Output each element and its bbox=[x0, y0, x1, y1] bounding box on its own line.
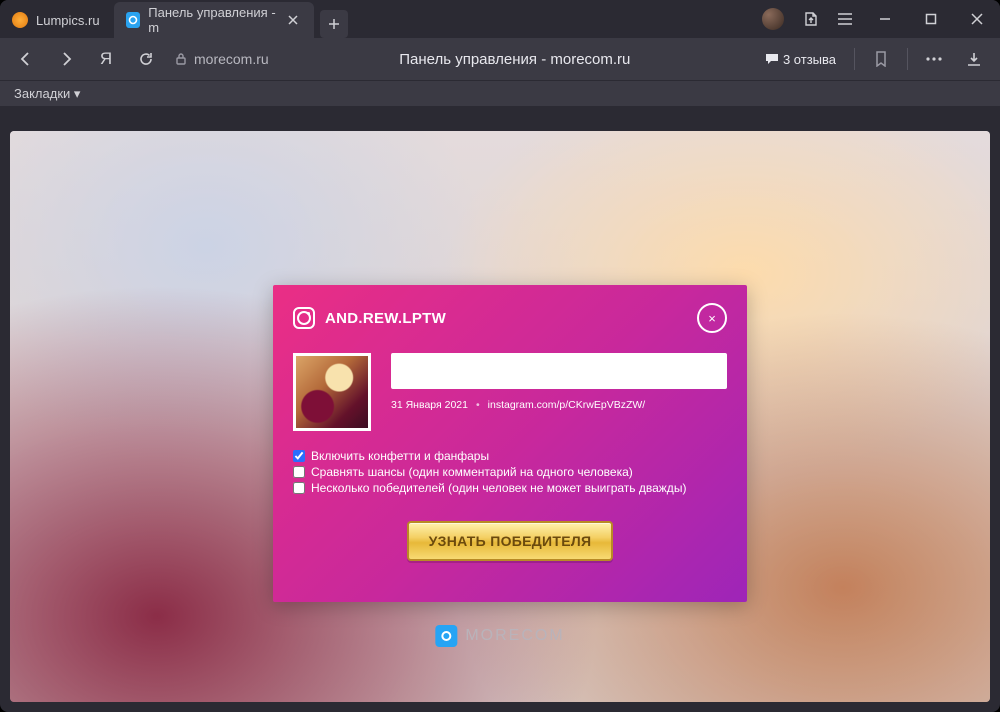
brand-icon bbox=[435, 625, 457, 647]
post-thumbnail[interactable] bbox=[293, 353, 371, 431]
instagram-icon bbox=[293, 307, 315, 329]
instagram-username: AND.REW.LPTW bbox=[325, 310, 446, 327]
close-window-button[interactable] bbox=[954, 0, 1000, 38]
maximize-button[interactable] bbox=[908, 0, 954, 38]
page-content: AND.REW.LPTW × 31 Января 2021 • instagra… bbox=[10, 131, 990, 702]
titlebar: Lumpics.ru Панель управления - m bbox=[0, 0, 1000, 38]
reload-button[interactable] bbox=[128, 41, 164, 77]
brand-text: MORECOM bbox=[465, 627, 564, 645]
reading-list-icon[interactable] bbox=[794, 0, 828, 38]
card-body: 31 Января 2021 • instagram.com/p/CKrwEpV… bbox=[293, 353, 727, 431]
reviews-label: 3 отзыва bbox=[783, 52, 836, 67]
browser-window: Lumpics.ru Панель управления - m bbox=[0, 0, 1000, 712]
option-label: Сравнять шансы (один комментарий на одно… bbox=[311, 465, 633, 479]
options-group: Включить конфетти и фанфары Сравнять шан… bbox=[293, 449, 727, 495]
post-meta: 31 Января 2021 • instagram.com/p/CKrwEpV… bbox=[391, 399, 727, 411]
divider bbox=[907, 48, 908, 70]
post-date: 31 Января 2021 bbox=[391, 399, 468, 411]
tab-label: Lumpics.ru bbox=[36, 13, 100, 28]
divider bbox=[854, 48, 855, 70]
profile-avatar[interactable] bbox=[762, 8, 784, 30]
bookmarks-bar: Закладки ▾ bbox=[0, 80, 1000, 106]
window-controls bbox=[862, 0, 1000, 38]
yandex-home-button[interactable]: Я bbox=[88, 41, 124, 77]
back-button[interactable] bbox=[8, 41, 44, 77]
new-tab-button[interactable] bbox=[320, 10, 348, 38]
comment-icon bbox=[765, 52, 779, 66]
favicon-morecom bbox=[126, 12, 141, 28]
tab-morecom[interactable]: Панель управления - m bbox=[114, 2, 314, 38]
post-link[interactable]: instagram.com/p/CKrwEpVBzZW/ bbox=[488, 399, 646, 411]
card-close-button[interactable]: × bbox=[697, 303, 727, 333]
lock-icon bbox=[174, 52, 188, 66]
more-actions-button[interactable] bbox=[916, 41, 952, 77]
minimize-button[interactable] bbox=[862, 0, 908, 38]
find-winner-button[interactable]: УЗНАТЬ ПОБЕДИТЕЛЯ bbox=[407, 521, 614, 561]
bookmark-button[interactable] bbox=[863, 41, 899, 77]
bookmarks-menu[interactable]: Закладки ▾ bbox=[14, 86, 80, 102]
checkbox-equalize[interactable] bbox=[293, 466, 305, 478]
toolbar: Я morecom.ru Панель управления - morecom… bbox=[0, 38, 1000, 80]
favicon-lumpics bbox=[12, 12, 28, 28]
giveaway-card: AND.REW.LPTW × 31 Января 2021 • instagra… bbox=[273, 285, 747, 602]
option-label: Несколько победителей (один человек не м… bbox=[311, 481, 686, 495]
option-confetti[interactable]: Включить конфетти и фанфары bbox=[293, 449, 727, 463]
reviews-button[interactable]: 3 отзыва bbox=[755, 52, 846, 67]
card-right-column: 31 Января 2021 • instagram.com/p/CKrwEpV… bbox=[391, 353, 727, 411]
brand-logo: MORECOM bbox=[435, 625, 564, 647]
address-bar[interactable]: morecom.ru bbox=[168, 51, 275, 67]
card-header: AND.REW.LPTW × bbox=[293, 303, 727, 333]
main-menu-icon[interactable] bbox=[828, 0, 862, 38]
tab-lumpics[interactable]: Lumpics.ru bbox=[0, 2, 114, 38]
separator-dot: • bbox=[476, 399, 480, 411]
checkbox-confetti[interactable] bbox=[293, 450, 305, 462]
close-icon: × bbox=[708, 311, 716, 326]
option-label: Включить конфетти и фанфары bbox=[311, 449, 489, 463]
url-domain: morecom.ru bbox=[194, 51, 269, 67]
checkbox-multiple[interactable] bbox=[293, 482, 305, 494]
tab-label: Панель управления - m bbox=[148, 5, 278, 35]
option-equalize[interactable]: Сравнять шансы (один комментарий на одно… bbox=[293, 465, 727, 479]
chevron-down-icon: ▾ bbox=[74, 86, 81, 101]
page-title: Панель управления - morecom.ru bbox=[279, 51, 751, 68]
downloads-button[interactable] bbox=[956, 41, 992, 77]
text-input[interactable] bbox=[391, 353, 727, 389]
option-multiple-winners[interactable]: Несколько победителей (один человек не м… bbox=[293, 481, 727, 495]
tab-close-icon[interactable] bbox=[287, 13, 300, 27]
tab-strip: Lumpics.ru Панель управления - m bbox=[0, 0, 752, 38]
forward-button[interactable] bbox=[48, 41, 84, 77]
